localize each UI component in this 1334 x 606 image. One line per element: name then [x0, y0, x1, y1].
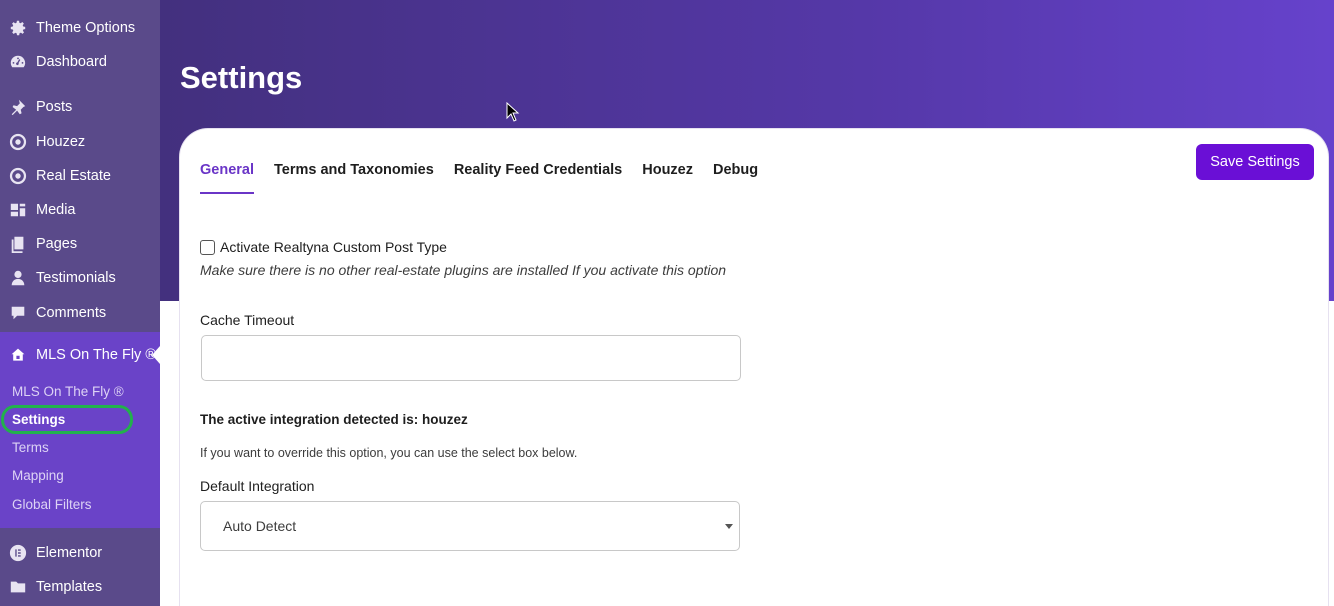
sidebar-item-theme-options[interactable]: Theme Options [0, 11, 160, 45]
tab-terms-and-taxonomies[interactable]: Terms and Taxonomies [274, 162, 434, 194]
mouse-cursor-icon [506, 102, 520, 122]
default-integration-select[interactable]: Auto Detect [200, 501, 740, 551]
checkbox-hint: Make sure there is no other real-estate … [200, 262, 727, 278]
sidebar-item-pages[interactable]: Pages [0, 227, 160, 261]
folder-icon [8, 577, 28, 597]
submenu-item-global-filters[interactable]: Global Filters [12, 497, 92, 512]
tab-reality-feed-credentials[interactable]: Reality Feed Credentials [454, 162, 622, 194]
submenu-item-mls-on-the-fly[interactable]: MLS On The Fly ® [12, 384, 124, 399]
settings-tabs: General Terms and Taxonomies Reality Fee… [200, 162, 778, 194]
pin-icon [8, 97, 28, 117]
gear-icon [8, 18, 28, 38]
sidebar-item-real-estate[interactable]: Real Estate [0, 159, 160, 193]
dashboard-icon [8, 52, 28, 72]
submenu-item-terms[interactable]: Terms [12, 440, 49, 455]
tab-general[interactable]: General [200, 162, 254, 194]
sidebar-label: Theme Options [36, 20, 136, 36]
sidebar-item-media[interactable]: Media [0, 193, 160, 227]
highlight-annotation [1, 405, 133, 434]
sidebar-item-elementor[interactable]: Elementor [0, 536, 160, 570]
tab-houzez[interactable]: Houzez [642, 162, 693, 194]
custom-post-type-option: Activate Realtyna Custom Post Type [200, 239, 447, 255]
save-settings-button[interactable]: Save Settings [1196, 144, 1314, 180]
admin-sidebar: Theme Options Dashboard Posts Houzez Rea… [0, 0, 160, 606]
sidebar-label: Houzez [36, 134, 86, 150]
custom-post-type-checkbox[interactable] [200, 239, 215, 255]
submenu-item-mapping[interactable]: Mapping [12, 468, 64, 483]
media-icon [8, 200, 28, 220]
sidebar-item-houzez[interactable]: Houzez [0, 125, 160, 159]
sidebar-label: Real Estate [36, 168, 111, 184]
sidebar-item-templates[interactable]: Templates [0, 570, 160, 604]
sidebar-label: Posts [36, 99, 73, 115]
sidebar-label: Testimonials [36, 270, 116, 286]
sidebar-label: Pages [36, 236, 78, 252]
cache-timeout-input[interactable] [201, 335, 741, 381]
comment-icon [8, 303, 28, 323]
location-icon [8, 166, 28, 186]
pages-icon [8, 234, 28, 254]
checkbox-label: Activate Realtyna Custom Post Type [220, 239, 447, 255]
location-icon [8, 132, 28, 152]
elementor-icon [8, 543, 28, 563]
override-note: If you want to override this option, you… [200, 446, 578, 460]
chevron-down-icon [725, 524, 733, 529]
tab-debug[interactable]: Debug [713, 162, 758, 194]
select-value: Auto Detect [223, 518, 297, 534]
active-menu-arrow [152, 346, 160, 364]
sidebar-item-comments[interactable]: Comments [0, 296, 160, 330]
default-integration-label: Default Integration [200, 478, 315, 494]
page-title: Settings [180, 60, 303, 95]
user-icon [8, 268, 28, 288]
cache-timeout-label: Cache Timeout [200, 312, 295, 328]
sidebar-label: Comments [36, 305, 107, 321]
sidebar-label: Media [36, 202, 76, 218]
sidebar-item-posts[interactable]: Posts [0, 90, 160, 124]
sidebar-item-testimonials[interactable]: Testimonials [0, 261, 160, 295]
integration-detected-text: The active integration detected is: houz… [200, 412, 468, 427]
sidebar-item-mls-on-the-fly[interactable]: MLS On The Fly ® [0, 337, 160, 373]
sidebar-label: Templates [36, 579, 103, 595]
house-icon [8, 345, 28, 365]
sidebar-item-dashboard[interactable]: Dashboard [0, 45, 160, 79]
sidebar-label: Elementor [36, 545, 103, 561]
sidebar-label: MLS On The Fly ® [36, 347, 157, 363]
sidebar-label: Dashboard [36, 54, 107, 70]
